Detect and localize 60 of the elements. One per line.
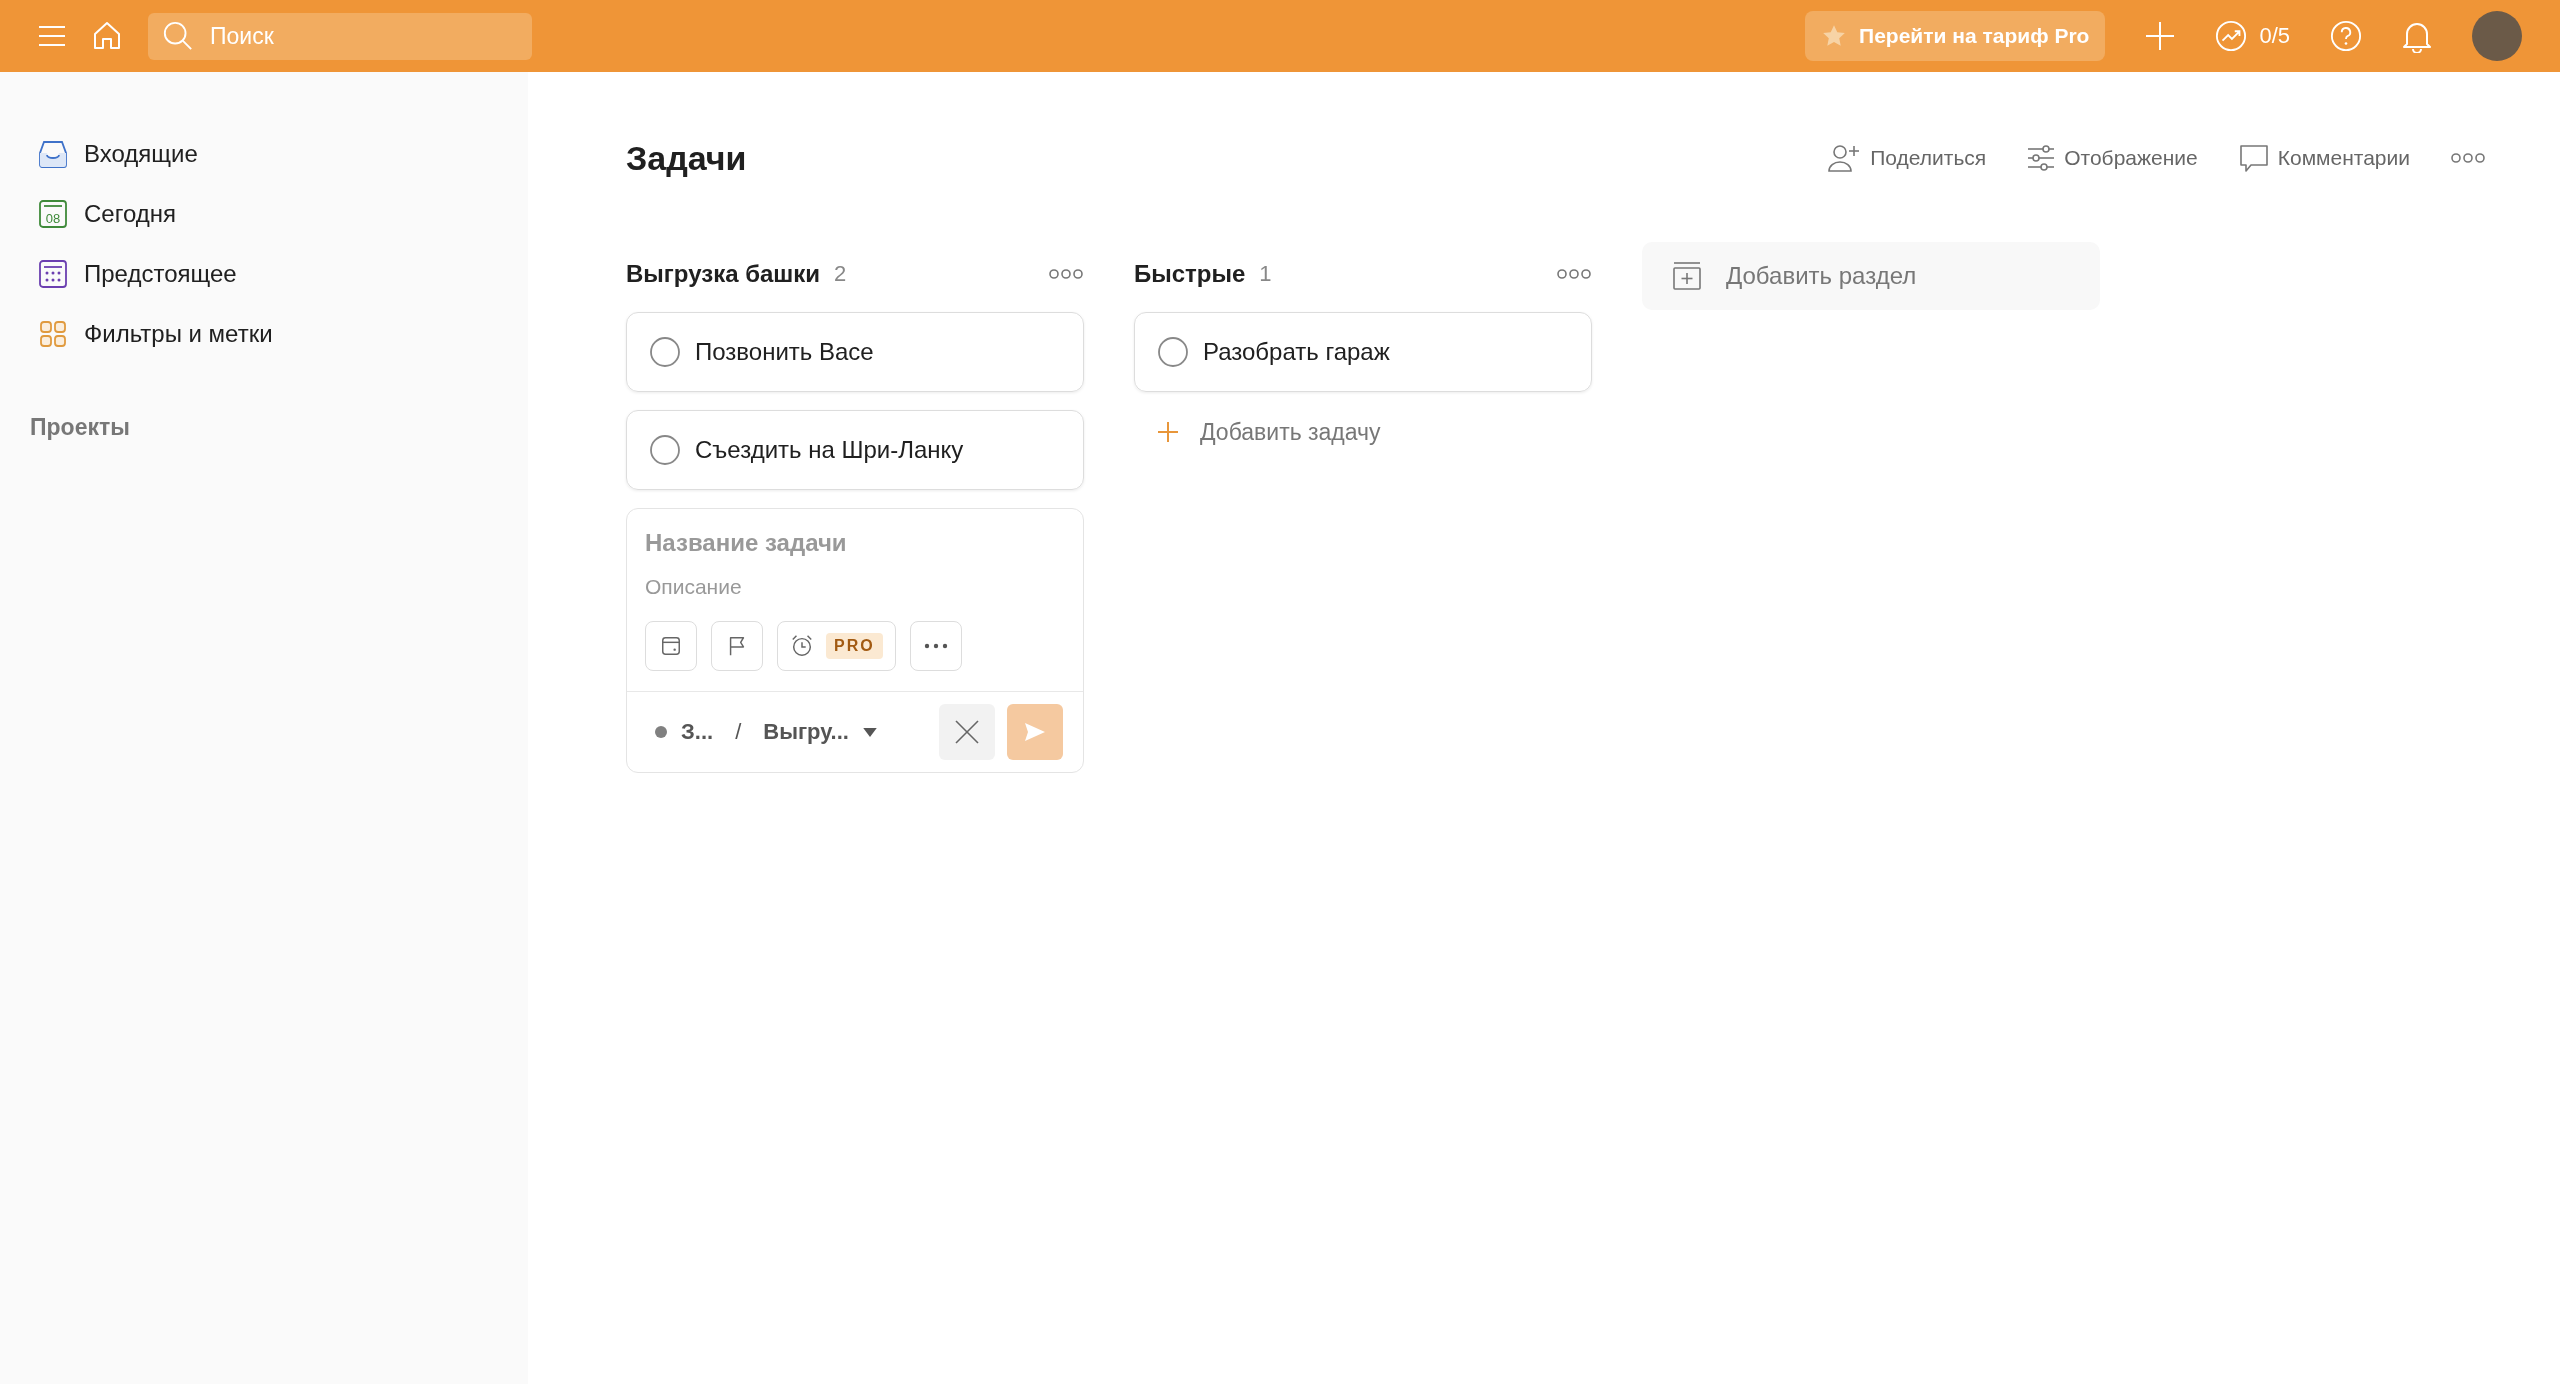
date-button[interactable]: [645, 621, 697, 671]
home-icon[interactable]: [92, 21, 122, 51]
task-title: Разобрать гараж: [1203, 338, 1390, 366]
more-icon[interactable]: [2450, 152, 2486, 164]
cancel-button[interactable]: [939, 704, 995, 760]
project-name: З...: [681, 719, 714, 745]
project-selector[interactable]: З... / Выгру...: [655, 719, 877, 745]
task-count: 1: [1259, 261, 1272, 287]
section-name: Выгру...: [763, 719, 849, 745]
close-icon: [954, 719, 980, 745]
caret-icon: [862, 727, 877, 737]
more-icon[interactable]: [1556, 268, 1592, 280]
path-separator: /: [735, 719, 742, 745]
sidebar-item[interactable]: Фильтры и метки: [30, 308, 281, 360]
task-title: Съездить на Шри-Ланку: [695, 436, 964, 464]
calendar-icon: [38, 259, 68, 289]
section-title: Быстрые: [1134, 260, 1246, 288]
add-section-button[interactable]: Добавить раздел: [1642, 242, 2100, 310]
calendar-date-icon: 08: [38, 199, 68, 229]
task-count: 2: [834, 261, 847, 287]
checkbox-circle[interactable]: [649, 434, 681, 466]
more-icon: [922, 643, 949, 649]
speech-bubble-icon: [2237, 143, 2270, 173]
description-input[interactable]: Описание: [645, 575, 1065, 599]
sidebar-item[interactable]: Предстоящее: [30, 248, 245, 300]
task-name-input[interactable]: Название задачи: [645, 529, 1065, 557]
alarm-clock-icon: [790, 634, 814, 658]
more-icon[interactable]: [1048, 268, 1084, 280]
page-title: Задачи: [626, 138, 747, 178]
priority-button[interactable]: [711, 621, 763, 671]
share-button[interactable]: Поделиться: [1826, 143, 1987, 173]
section-title: Выгрузка башки: [626, 260, 821, 288]
sidebar-item[interactable]: Входящие: [30, 128, 206, 180]
task-title: Позвонить Васе: [695, 338, 874, 366]
menu-icon[interactable]: [38, 24, 66, 48]
trend-icon[interactable]: [2215, 20, 2248, 52]
karma-count: 0/5: [2259, 23, 2290, 49]
reminder-button[interactable]: PRO: [777, 621, 896, 671]
view-button[interactable]: Отображение: [2026, 143, 2198, 173]
add-section-icon: [1672, 261, 1702, 291]
task-card[interactable]: Разобрать гараж: [1134, 312, 1592, 392]
pro-badge: PRO: [826, 633, 883, 659]
add-task-button[interactable]: Добавить задачу: [1134, 410, 1592, 454]
grid-icon: [38, 319, 68, 349]
task-card[interactable]: Позвонить Васе: [626, 312, 1084, 392]
inbox-icon: [38, 139, 68, 169]
checkbox-circle[interactable]: [1157, 336, 1189, 368]
projects-heading[interactable]: Проекты: [30, 414, 528, 441]
task-card[interactable]: Съездить на Шри-Ланку: [626, 410, 1084, 490]
comments-button[interactable]: Комментарии: [2237, 143, 2410, 173]
sliders-icon: [2026, 143, 2057, 173]
plus-icon: [1156, 420, 1180, 444]
help-icon[interactable]: [2330, 20, 2362, 52]
add-icon[interactable]: [2145, 21, 2176, 51]
sidebar-item[interactable]: 08 Сегодня: [30, 188, 184, 240]
avatar[interactable]: [2472, 11, 2522, 61]
search-field[interactable]: Поиск: [148, 12, 532, 60]
send-icon: [1023, 720, 1047, 744]
calendar-icon: [660, 635, 682, 657]
checkbox-circle[interactable]: [649, 336, 681, 368]
